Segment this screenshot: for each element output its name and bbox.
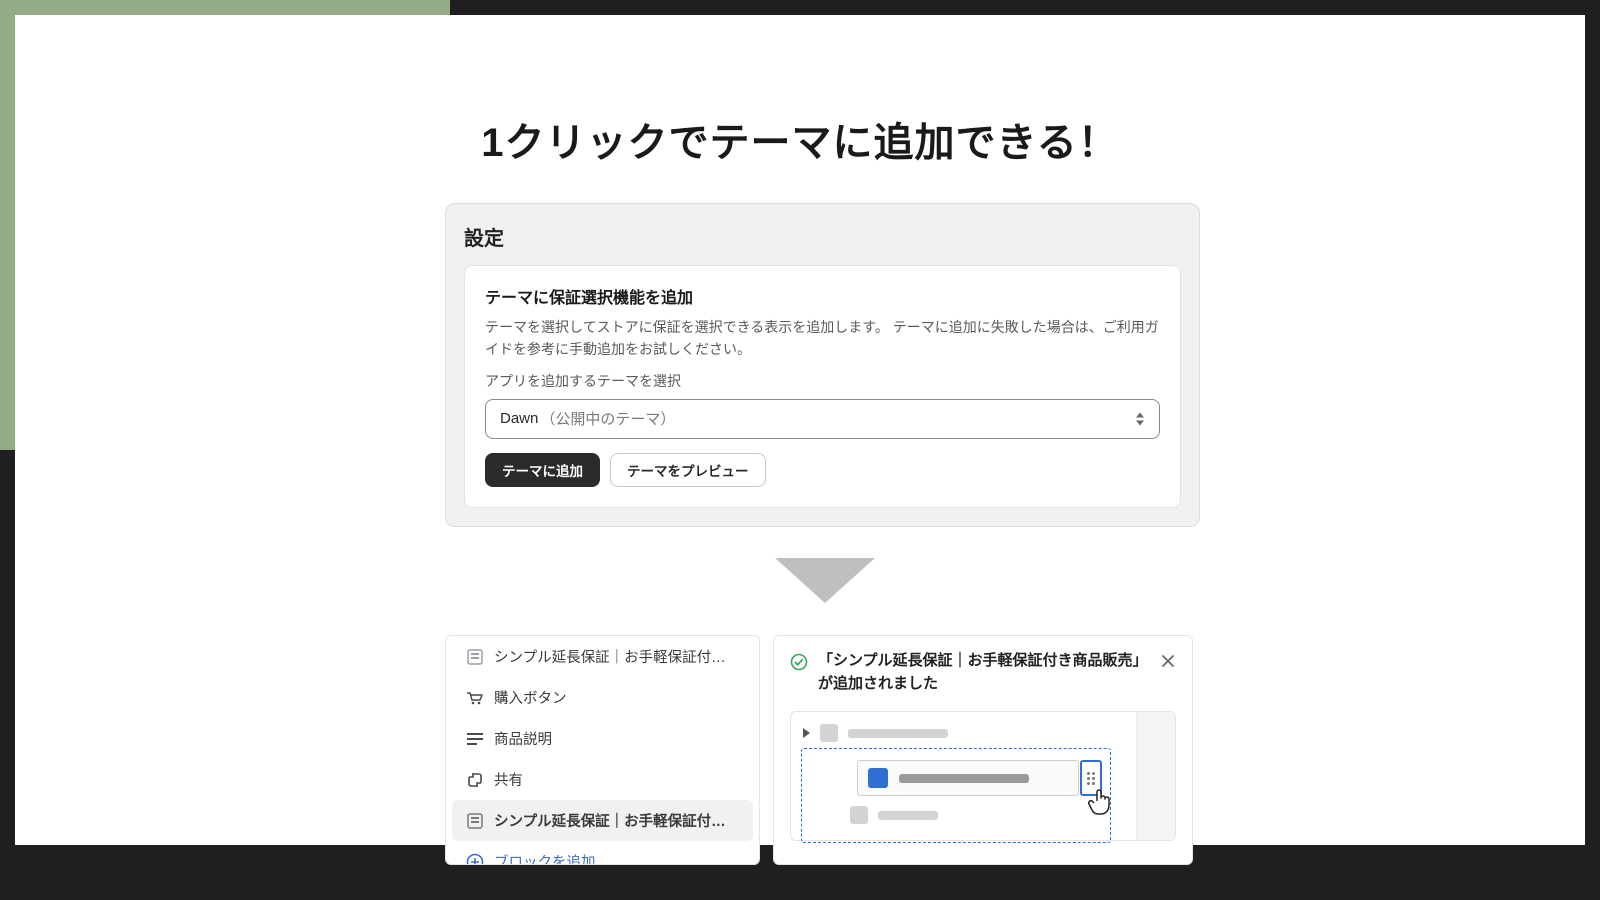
add-to-theme-button[interactable]: テーマに追加 [485,453,600,487]
slide-headline: 1クリックでテーマに追加できる！ [15,110,1585,168]
add-block-label: ブロックを追加 [494,851,596,865]
settings-button-row: テーマに追加 テーマをプレビュー [485,453,1160,487]
arrow-down-icon [775,558,875,603]
plus-circle-icon [466,853,484,866]
placeholder-bar [878,811,938,820]
select-chevron-icon [1135,412,1145,425]
share-icon [466,771,484,789]
theme-select-value: Dawn [500,410,538,427]
add-block-button[interactable]: ブロックを追加 [446,841,759,865]
structure-preview [790,711,1176,841]
toast-message: 「シンプル延長保証｜お手軽保証付き商品販売」が追加されました [818,650,1150,695]
add-to-theme-label: テーマに追加 [502,460,583,480]
settings-card: 設定 テーマに保証選択機能を追加 テーマを選択してストアに保証を選択できる表示を… [445,203,1200,527]
sidebar-item-description[interactable]: 商品説明 [446,718,759,759]
lines-icon [466,730,484,748]
settings-inner-card: テーマに保証選択機能を追加 テーマを選択してストアに保証を選択できる表示を追加し… [464,265,1181,508]
toast-panel: 「シンプル延長保証｜お手軽保証付き商品販売」が追加されました [773,635,1193,865]
theme-select[interactable]: Dawn （公開中のテーマ） [485,399,1160,439]
preview-row-parent [803,724,948,742]
placeholder-square-icon [820,724,838,742]
sidebar-item-label: 商品説明 [494,728,552,749]
app-block-icon [868,768,888,788]
sidebar-item-share[interactable]: 共有 [446,759,759,800]
theme-select-label: アプリを追加するテーマを選択 [485,371,1160,391]
theme-select-value-suffix: （公開中のテーマ） [540,408,675,429]
sidebar-item-label: 共有 [494,769,523,790]
lower-panels: シンプル延長保証｜お手軽保証付… 購入ボタン 商品説明 共有 [445,635,1193,865]
preview-theme-button[interactable]: テーマをプレビュー [610,453,766,487]
selected-block[interactable] [857,760,1079,796]
settings-title: 設定 [464,222,1181,251]
placeholder-square-icon [850,806,868,824]
cursor-hand-icon [1088,787,1112,811]
sidebar-item-app-block-2[interactable]: シンプル延長保証｜お手軽保証付… [452,800,753,841]
drop-target [801,748,1111,843]
block-icon [466,812,484,830]
white-stage: 1クリックでテーマに追加できる！ 設定 テーマに保証選択機能を追加 テーマを選択… [15,15,1585,845]
preview-theme-label: テーマをプレビュー [627,460,749,480]
settings-subtitle: テーマに保証選択機能を追加 [485,284,1160,308]
settings-description: テーマを選択してストアに保証を選択できる表示を追加します。 テーマに追加に失敗し… [485,316,1160,361]
sidebar-item-label: 購入ボタン [494,687,567,708]
block-icon [466,648,484,666]
sidebar-item-label: シンプル延長保証｜お手軽保証付… [494,810,726,831]
theme-editor-sidebar: シンプル延長保証｜お手軽保証付… 購入ボタン 商品説明 共有 [445,635,760,865]
cart-icon [466,689,484,707]
preview-row-sibling [850,806,938,824]
check-circle-icon [790,653,808,671]
drag-dots-icon [1087,772,1095,785]
placeholder-bar [848,729,948,738]
toast-header: 「シンプル延長保証｜お手軽保証付き商品販売」が追加されました [774,636,1192,705]
placeholder-bar [899,774,1029,783]
sidebar-item-app-block-1[interactable]: シンプル延長保証｜お手軽保証付… [446,636,759,677]
caret-right-icon [803,728,810,738]
sidebar-item-label: シンプル延長保証｜お手軽保証付… [494,646,726,667]
sidebar-item-buy-button[interactable]: 購入ボタン [446,677,759,718]
close-icon[interactable] [1160,653,1176,669]
